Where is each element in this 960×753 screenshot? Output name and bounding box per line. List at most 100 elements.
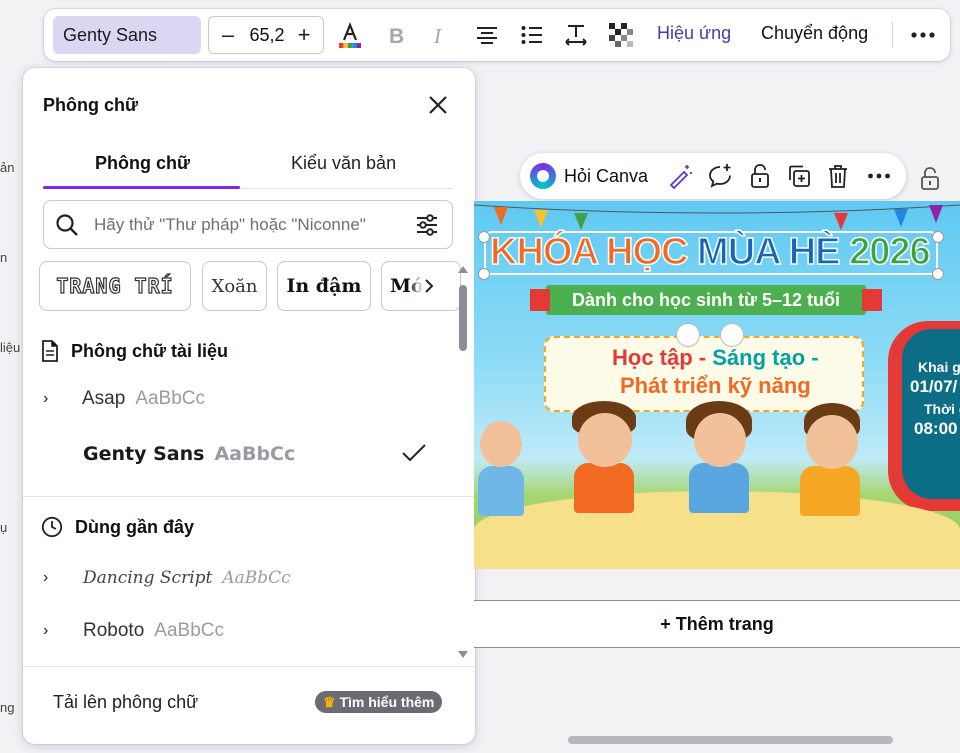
- svg-text:B: B: [389, 25, 404, 46]
- search-input[interactable]: Hãy thử "Thư pháp" hoặc "Niconne": [94, 215, 366, 235]
- lock-button[interactable]: [746, 162, 774, 190]
- slogan-part-a: Học tập -: [612, 345, 713, 370]
- move-handle[interactable]: [720, 323, 744, 347]
- more-icon: [868, 173, 890, 179]
- align-center-icon: [477, 27, 497, 44]
- resize-handle[interactable]: [932, 268, 944, 280]
- font-sample: AaBbCc: [214, 443, 296, 465]
- upload-font-link[interactable]: Tải lên phông chữ: [53, 692, 198, 713]
- check-icon: [402, 444, 426, 462]
- info-text-4: 08:00: [914, 419, 958, 438]
- text-toolbar: Genty Sans – 65,2 + B I Hiệu ứng Chuyển …: [44, 9, 950, 61]
- recent-label: Dùng gần đây: [75, 516, 195, 537]
- rotate-handle[interactable]: [676, 323, 700, 347]
- decrease-size-button[interactable]: –: [213, 17, 243, 53]
- magic-pen-icon: [669, 165, 692, 189]
- close-icon[interactable]: [425, 92, 451, 118]
- age-ribbon[interactable]: Dành cho học sinh từ 5–12 tuổi: [530, 285, 882, 315]
- font-row-genty-sans[interactable]: Genty Sans AaBbCc: [43, 434, 443, 474]
- scrollbar-thumb[interactable]: [459, 285, 467, 351]
- font-size-input[interactable]: 65,2: [243, 17, 291, 53]
- filter-icon[interactable]: [414, 212, 440, 238]
- font-family-select[interactable]: Genty Sans: [53, 16, 201, 54]
- ask-canva-button[interactable]: Hỏi Canva: [564, 166, 648, 187]
- text-color-icon: [339, 22, 361, 48]
- crown-icon: ♛: [323, 694, 336, 710]
- list-button[interactable]: [516, 19, 548, 51]
- chevron-right-icon[interactable]: ›: [43, 622, 63, 640]
- resize-handle[interactable]: [478, 268, 490, 280]
- chip-decorative[interactable]: TRANG TRÍ: [39, 261, 191, 311]
- font-sample: AaBbCc: [154, 620, 224, 641]
- horizontal-scrollbar[interactable]: [568, 736, 893, 744]
- font-name: Roboto: [83, 620, 145, 641]
- font-search-field[interactable]: Hãy thử "Thư pháp" hoặc "Niconne": [43, 200, 453, 249]
- chip-bold[interactable]: In đậm: [277, 261, 371, 311]
- kid-illustration: [574, 463, 634, 513]
- bullet-list-icon: [521, 26, 542, 44]
- scroll-up-arrow[interactable]: [457, 264, 469, 274]
- element-toolbar: Hỏi Canva: [520, 153, 906, 199]
- increase-size-button[interactable]: +: [289, 17, 319, 53]
- page-lock-icon[interactable]: [916, 164, 944, 192]
- animate-button[interactable]: Chuyển động: [761, 23, 868, 44]
- chip-curly[interactable]: Xoăn: [202, 261, 267, 311]
- slogan-line-2: Phát triển kỹ năng: [620, 373, 811, 398]
- active-tab-indicator: [43, 186, 240, 189]
- element-more-button[interactable]: [865, 162, 893, 190]
- add-page-button[interactable]: + Thêm trang: [474, 600, 960, 648]
- learn-more-badge[interactable]: ♛ Tìm hiểu thêm: [315, 691, 443, 713]
- tab-fonts[interactable]: Phông chữ: [95, 153, 190, 174]
- font-row-dancing-script[interactable]: › Dancing Script AaBbCc: [43, 558, 443, 598]
- doc-fonts-label: Phông chữ tài liệu: [71, 340, 229, 361]
- learn-more-label: Tìm hiểu thêm: [339, 694, 435, 710]
- resize-handle[interactable]: [478, 231, 490, 243]
- bold-icon: B: [389, 25, 404, 46]
- chevron-right-icon[interactable]: ›: [43, 569, 63, 587]
- sidebar-label-4[interactable]: ụ: [0, 520, 7, 535]
- more-icon: [911, 32, 935, 38]
- font-name: Genty Sans: [83, 443, 205, 465]
- design-page[interactable]: KHÓA HỌC MÙA HÈ 2026 Dành cho học sinh t…: [474, 201, 960, 569]
- more-button[interactable]: [907, 19, 939, 51]
- trash-icon: [829, 165, 847, 188]
- chevron-right-icon[interactable]: ›: [43, 390, 63, 408]
- design-title[interactable]: KHÓA HỌC MÙA HÈ 2026: [489, 230, 931, 274]
- duplicate-button[interactable]: [785, 162, 813, 190]
- recent-heading: Dùng gần đây: [41, 516, 194, 538]
- bold-button[interactable]: B: [380, 19, 412, 51]
- sidebar-label-1[interactable]: ản: [0, 160, 14, 175]
- lock-icon: [751, 164, 769, 188]
- section-divider: [23, 496, 475, 497]
- transparency-button[interactable]: [605, 19, 637, 51]
- delete-button[interactable]: [824, 162, 852, 190]
- font-row-roboto[interactable]: › Roboto AaBbCc: [43, 611, 443, 651]
- slogan-line-1: Học tập - Sáng tạo -: [612, 345, 819, 371]
- sidebar-label-3[interactable]: liệu: [0, 340, 20, 355]
- tab-text-styles[interactable]: Kiểu văn bản: [291, 153, 396, 174]
- magic-edit-button[interactable]: [666, 162, 694, 190]
- align-button[interactable]: [471, 19, 503, 51]
- font-sample: AaBbCc: [222, 568, 291, 588]
- spacing-button[interactable]: [560, 19, 592, 51]
- effects-button[interactable]: Hiệu ứng: [657, 23, 731, 44]
- font-panel: Phông chữ Phông chữ Kiểu văn bản Hãy thử…: [23, 68, 475, 744]
- kid-illustration: [578, 413, 632, 467]
- text-color-button[interactable]: [334, 19, 366, 51]
- title-part-3: 2026: [848, 230, 931, 274]
- font-sample: AaBbCc: [135, 388, 206, 409]
- scroll-down-arrow[interactable]: [457, 650, 469, 660]
- kid-illustration: [689, 463, 749, 513]
- chips-next-button[interactable]: [409, 271, 449, 301]
- kid-illustration: [806, 415, 858, 469]
- comment-add-icon: [709, 164, 731, 188]
- canva-ai-icon[interactable]: [530, 163, 556, 189]
- slogan-part-b: Sáng tạo -: [712, 345, 819, 370]
- title-part-1: KHÓA HỌC: [489, 230, 698, 274]
- italic-button[interactable]: I: [424, 19, 456, 51]
- resize-handle[interactable]: [932, 231, 944, 243]
- comment-button[interactable]: [706, 162, 734, 190]
- font-row-asap[interactable]: › Asap AaBbCc: [43, 379, 443, 419]
- sidebar-label-2[interactable]: n: [0, 250, 7, 265]
- sidebar-label-5[interactable]: ng: [0, 700, 14, 715]
